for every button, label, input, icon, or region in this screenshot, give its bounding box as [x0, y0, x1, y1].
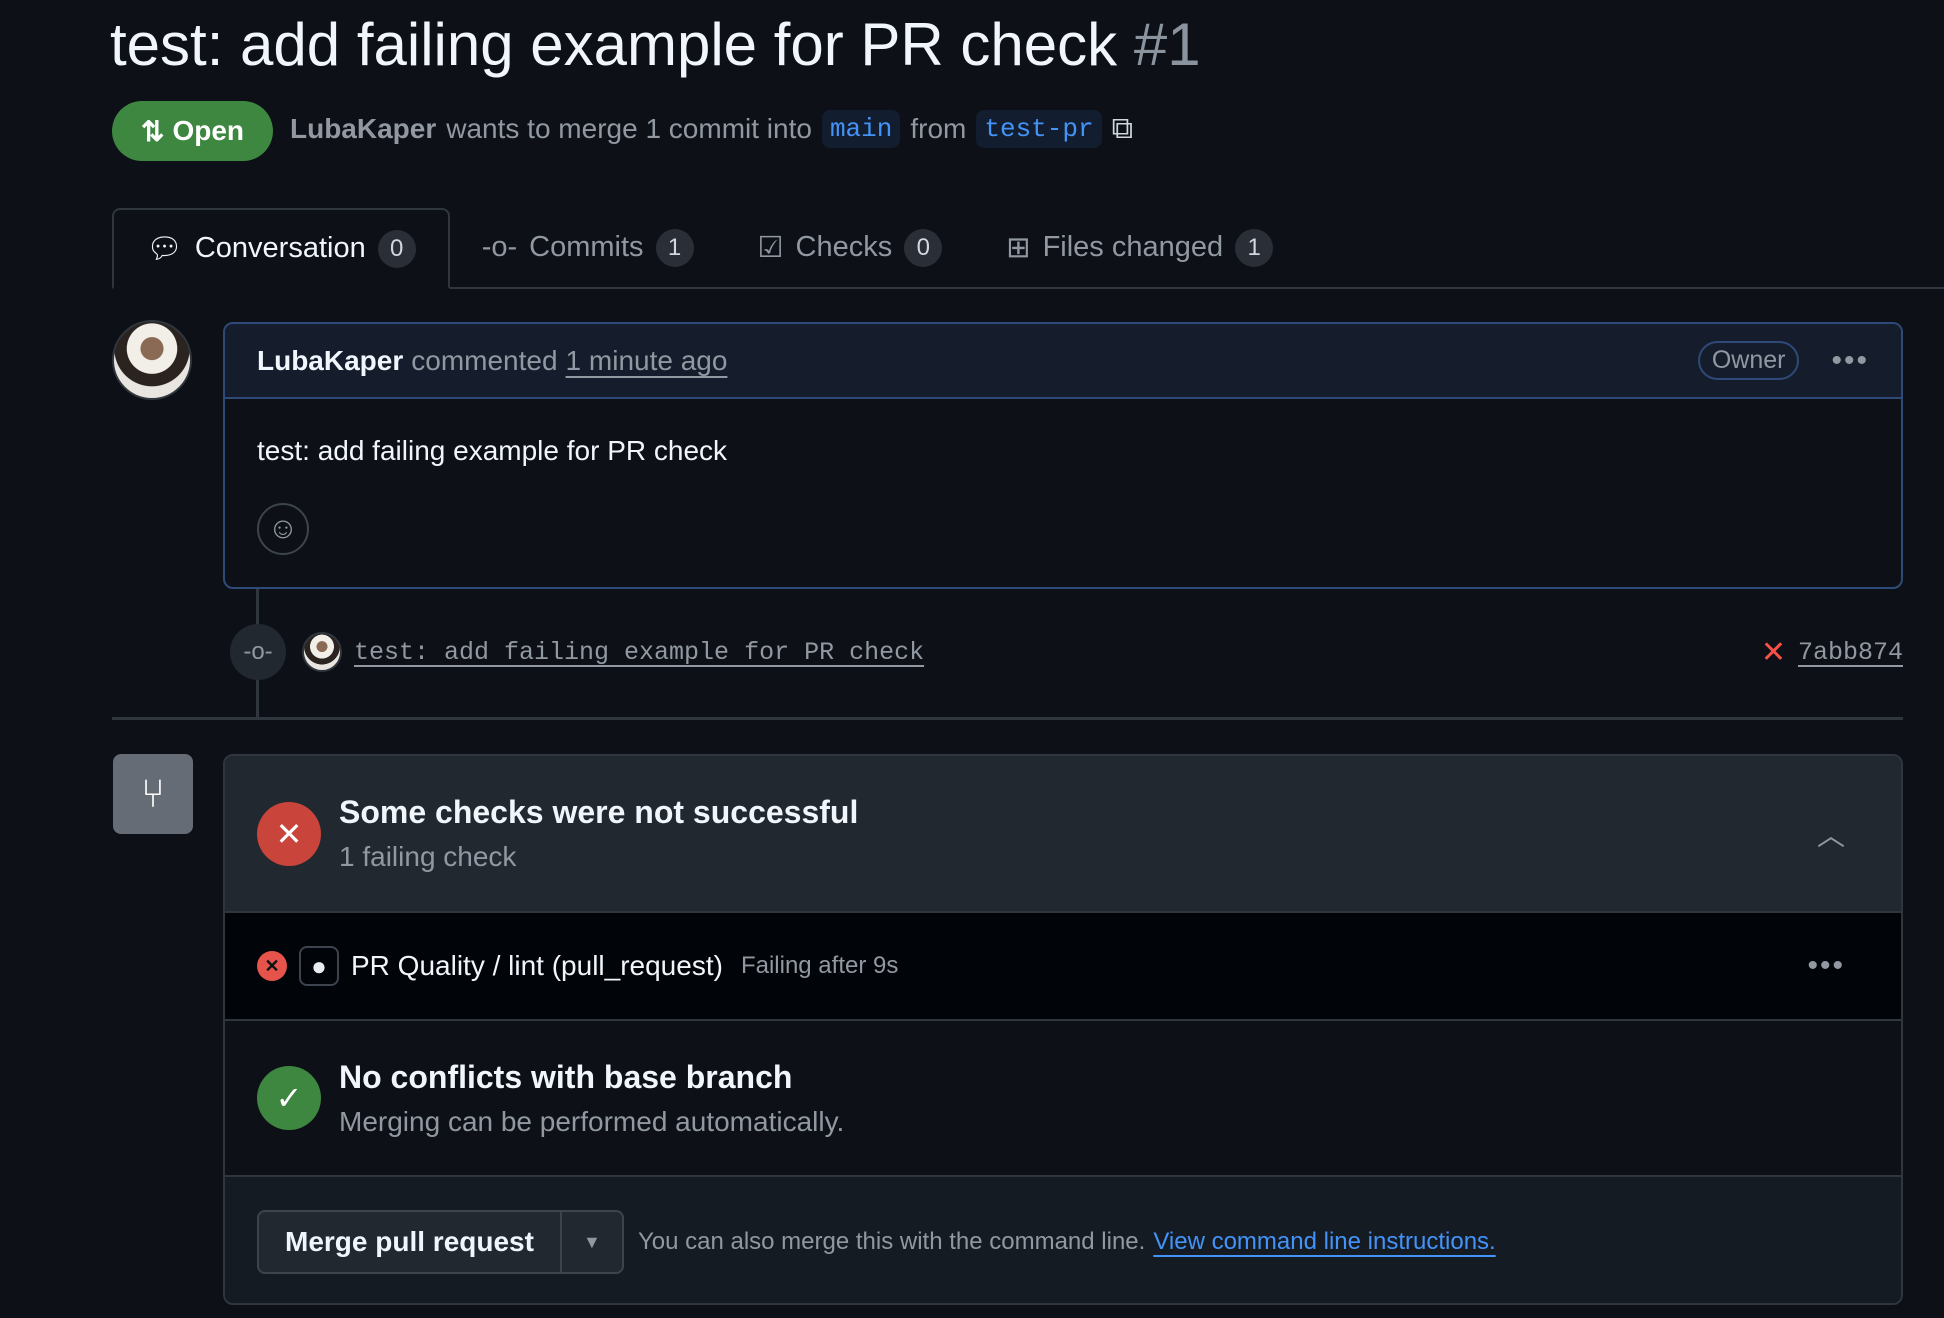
tab-conversation[interactable]: 💬︎ Conversation 0 [112, 208, 450, 289]
tab-checks[interactable]: ☑ Checks 0 [726, 208, 975, 287]
chevron-down-icon[interactable]: ▼ [562, 1212, 622, 1272]
pr-number: #1 [1133, 11, 1201, 78]
meta-text: wants to merge 1 commit into [446, 113, 812, 144]
pr-tabs: 💬︎ Conversation 0 -o- Commits 1 ☑ Checks 0 ⊞ Fi… [112, 208, 1944, 289]
tab-count: 1 [1235, 228, 1274, 267]
tab-label: Commits [529, 231, 644, 263]
tab-files-changed[interactable]: ⊞ Files changed 1 [974, 208, 1305, 287]
status-label: Open [172, 115, 245, 146]
divider [112, 717, 1903, 720]
title-text: test: add failing example for PR check [110, 11, 1118, 78]
commit-avatar[interactable] [302, 632, 342, 672]
conflicts-subtitle: Merging can be performed automatically. [339, 1105, 845, 1137]
tab-label: Conversation [194, 232, 366, 264]
page-title: test: add failing example for PR check #… [110, 10, 1201, 79]
comment-text: test: add failing example for PR check [257, 435, 728, 466]
author-link[interactable]: LubaKaper [290, 113, 436, 145]
x-circle-icon: ✕ [257, 951, 287, 981]
tab-commits[interactable]: -o- Commits 1 [450, 208, 726, 287]
base-branch[interactable]: main [821, 110, 901, 148]
pull-request-icon: ⇅ [140, 115, 165, 147]
x-circle-icon: ✕ [257, 801, 321, 866]
status-badge: ⇅ Open [112, 101, 273, 161]
tab-count: 0 [904, 228, 943, 267]
check-circle-icon: ✓ [257, 1066, 321, 1130]
comment-header: LubaKaper commented 1 minute ago Owner •… [225, 324, 1901, 399]
x-icon: ✕ [1760, 635, 1786, 669]
owner-badge: Owner [1697, 341, 1800, 380]
comment-body: test: add failing example for PR check ☺ [225, 399, 1901, 587]
check-status: Failing after 9s [740, 952, 899, 979]
comment-box: LubaKaper commented 1 minute ago Owner •… [223, 322, 1903, 589]
checklist-icon: ☑ [757, 232, 784, 264]
git-merge-icon: ⑂ [113, 754, 193, 834]
commit-icon: -o- [230, 624, 286, 680]
commit-message[interactable]: test: add failing example for PR check [354, 638, 924, 667]
tab-count: 0 [377, 229, 416, 268]
pr-meta: LubaKaper wants to merge 1 commit into m… [290, 110, 1133, 148]
checks-subtitle: 1 failing check [339, 841, 517, 872]
command-line-link[interactable]: View command line instructions. [1153, 1228, 1495, 1256]
file-diff-icon: ⊞ [1006, 232, 1031, 264]
add-reaction-icon[interactable]: ☺ [257, 503, 309, 555]
avatar[interactable] [112, 320, 192, 400]
comment-icon: 💬︎ [146, 232, 183, 265]
tab-label: Checks [795, 231, 893, 263]
github-icon: ● [299, 946, 339, 986]
merge-button-group: Merge pull request ▼ [257, 1210, 624, 1274]
copy-icon[interactable]: ⧉ [1112, 112, 1133, 146]
more-options-icon[interactable]: ••• [1807, 949, 1845, 983]
merge-footer: Merge pull request ▼ You can also merge … [225, 1177, 1901, 1303]
chevron-up-icon[interactable]: ︿ [1817, 814, 1845, 854]
checks-summary[interactable]: ✕ Some checks were not successful 1 faili… [225, 756, 1901, 913]
comment-author[interactable]: LubaKaper [257, 345, 403, 377]
checks-title: Some checks were not successful [339, 794, 859, 830]
tab-label: Files changed [1042, 231, 1224, 263]
comment-time[interactable]: 1 minute ago [566, 345, 728, 377]
conflicts-title: No conflicts with base branch [339, 1058, 793, 1095]
merge-box: ✕ Some checks were not successful 1 faili… [223, 754, 1903, 1305]
tab-count: 1 [655, 228, 694, 267]
comment-action: commented [411, 344, 558, 376]
check-item: ✕ ● PR Quality / lint (pull_request) Fai… [225, 913, 1901, 1021]
merge-hint: You can also merge this with the command… [637, 1228, 1146, 1255]
conflicts-section: ✓ No conflicts with base branch Merging c… [225, 1021, 1901, 1177]
commit-sha[interactable]: 7abb874 [1798, 638, 1903, 667]
commit-row: -o- test: add failing example for PR che… [230, 624, 1903, 680]
commit-icon: -o- [481, 231, 518, 263]
from-text: from [910, 113, 967, 144]
merge-pull-request-button[interactable]: Merge pull request [259, 1212, 562, 1272]
head-branch[interactable]: test-pr [976, 110, 1102, 148]
check-name[interactable]: PR Quality / lint (pull_request) [351, 950, 723, 982]
more-options-icon[interactable]: ••• [1831, 344, 1869, 378]
